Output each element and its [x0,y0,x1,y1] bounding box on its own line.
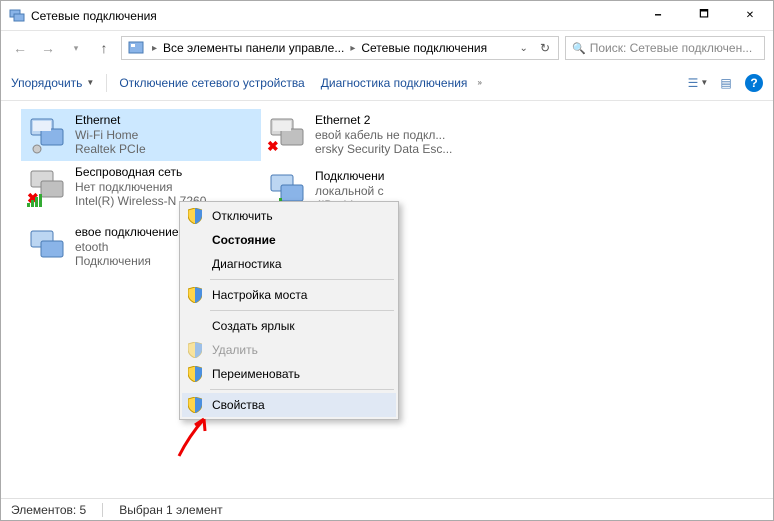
menu-status[interactable]: Состояние [182,228,396,252]
connection-name: евое подключение [75,225,179,240]
window-controls: 🗕 🗖 ✕ [635,1,773,30]
maximize-button[interactable]: 🗖 [681,1,727,30]
menu-label: Свойства [212,398,265,412]
connection-status: локальной с [315,184,384,199]
menu-rename[interactable]: Переименовать [182,362,396,386]
history-dropdown[interactable]: ▾ [65,37,87,59]
bluetooth-icon [27,225,69,267]
toolbar-right: ☰▼ ▤ ? [689,74,763,92]
content-area: Ethernet Wi-Fi Home Realtek PCIe ✖ Ether… [1,101,773,501]
diagnose-connection-button[interactable]: Диагностика подключения» [321,76,482,90]
menu-label: Отключить [212,209,273,223]
crumb-sep-icon: ▸ [148,43,161,54]
shield-icon [186,286,204,304]
chevron-right-icon: » [477,78,481,87]
minimize-button[interactable]: 🗕 [635,1,681,30]
connection-name: Ethernet [75,113,146,128]
separator [102,503,103,517]
help-button[interactable]: ? [745,74,763,92]
close-button[interactable]: ✕ [727,1,773,30]
search-icon: 🔍 [572,42,586,55]
connection-name: Ethernet 2 [315,113,452,128]
ethernet-icon [27,113,69,155]
menu-label: Переименовать [212,367,300,381]
menu-delete: Удалить [182,338,396,362]
context-menu: Отключить Состояние Диагностика Настройк… [179,201,399,420]
shield-icon [186,396,204,414]
menu-label: Настройка моста [212,288,307,302]
toolbar: Упорядочить▼ Отключение сетевого устройс… [1,65,773,101]
menu-properties[interactable]: Свойства [182,393,396,417]
connection-status: Нет подключения [75,180,206,195]
connection-status: Wi-Fi Home [75,128,146,143]
connection-ethernet-2[interactable]: ✖ Ethernet 2 евой кабель не подкл... ers… [261,109,521,161]
address-dropdown-icon[interactable]: ⌄ [514,43,534,54]
connection-device: Подключения [75,254,179,269]
breadcrumb-item-2[interactable]: Сетевые подключения [359,41,489,55]
connection-status: etooth [75,240,179,255]
up-button[interactable]: ↑ [93,37,115,59]
wireless-icon: ✖ [27,165,69,207]
address-bar[interactable]: ▸ Все элементы панели управле... ▸ Сетев… [121,36,559,60]
menu-diagnose[interactable]: Диагностика [182,252,396,276]
menu-label: Удалить [212,343,258,357]
connection-device: Realtek PCIe [75,142,146,157]
network-connections-icon [9,8,25,24]
shield-icon [186,365,204,383]
menu-shortcut[interactable]: Создать ярлык [182,314,396,338]
connection-device: ersky Security Data Esc... [315,142,452,157]
separator [106,74,107,92]
disconnected-x-icon: ✖ [267,138,279,155]
preview-pane-button[interactable]: ▤ [717,74,735,92]
breadcrumb-item-1[interactable]: Все элементы панели управле... [161,41,346,55]
connection-name: Подключени [315,169,384,184]
connection-name: Беспроводная сеть [75,165,206,180]
ethernet-icon: ✖ [267,113,309,155]
organize-menu[interactable]: Упорядочить▼ [11,76,94,90]
connection-status: евой кабель не подкл... [315,128,452,143]
menu-separator [210,279,394,280]
menu-label: Создать ярлык [212,319,295,333]
connection-ethernet[interactable]: Ethernet Wi-Fi Home Realtek PCIe [21,109,261,161]
disable-device-button[interactable]: Отключение сетевого устройства [119,76,304,90]
search-placeholder: Поиск: Сетевые подключен... [590,41,753,55]
address-row: ← → ▾ ↑ ▸ Все элементы панели управле...… [1,31,773,65]
control-panel-icon [128,40,144,56]
status-selected-count: Выбран 1 элемент [119,503,222,517]
menu-label: Диагностика [212,257,282,271]
chevron-down-icon: ▼ [86,78,94,87]
nav-arrows: ← → ▾ ↑ [9,37,115,59]
menu-disable[interactable]: Отключить [182,204,396,228]
menu-bridge[interactable]: Настройка моста [182,283,396,307]
menu-separator [210,310,394,311]
crumb-sep-icon: ▸ [346,43,359,54]
status-element-count: Элементов: 5 [11,503,86,517]
titlebar: Сетевые подключения 🗕 🗖 ✕ [1,1,773,31]
signal-icon [27,193,45,207]
statusbar: Элементов: 5 Выбран 1 элемент [1,498,773,520]
back-button[interactable]: ← [9,37,31,59]
menu-label: Состояние [212,233,276,247]
shield-icon [186,341,204,359]
refresh-button[interactable]: ↻ [534,41,556,55]
window-title: Сетевые подключения [31,9,635,23]
forward-button: → [37,37,59,59]
view-options-button[interactable]: ☰▼ [689,74,707,92]
shield-icon [186,207,204,225]
search-input[interactable]: 🔍 Поиск: Сетевые подключен... [565,36,765,60]
menu-separator [210,389,394,390]
